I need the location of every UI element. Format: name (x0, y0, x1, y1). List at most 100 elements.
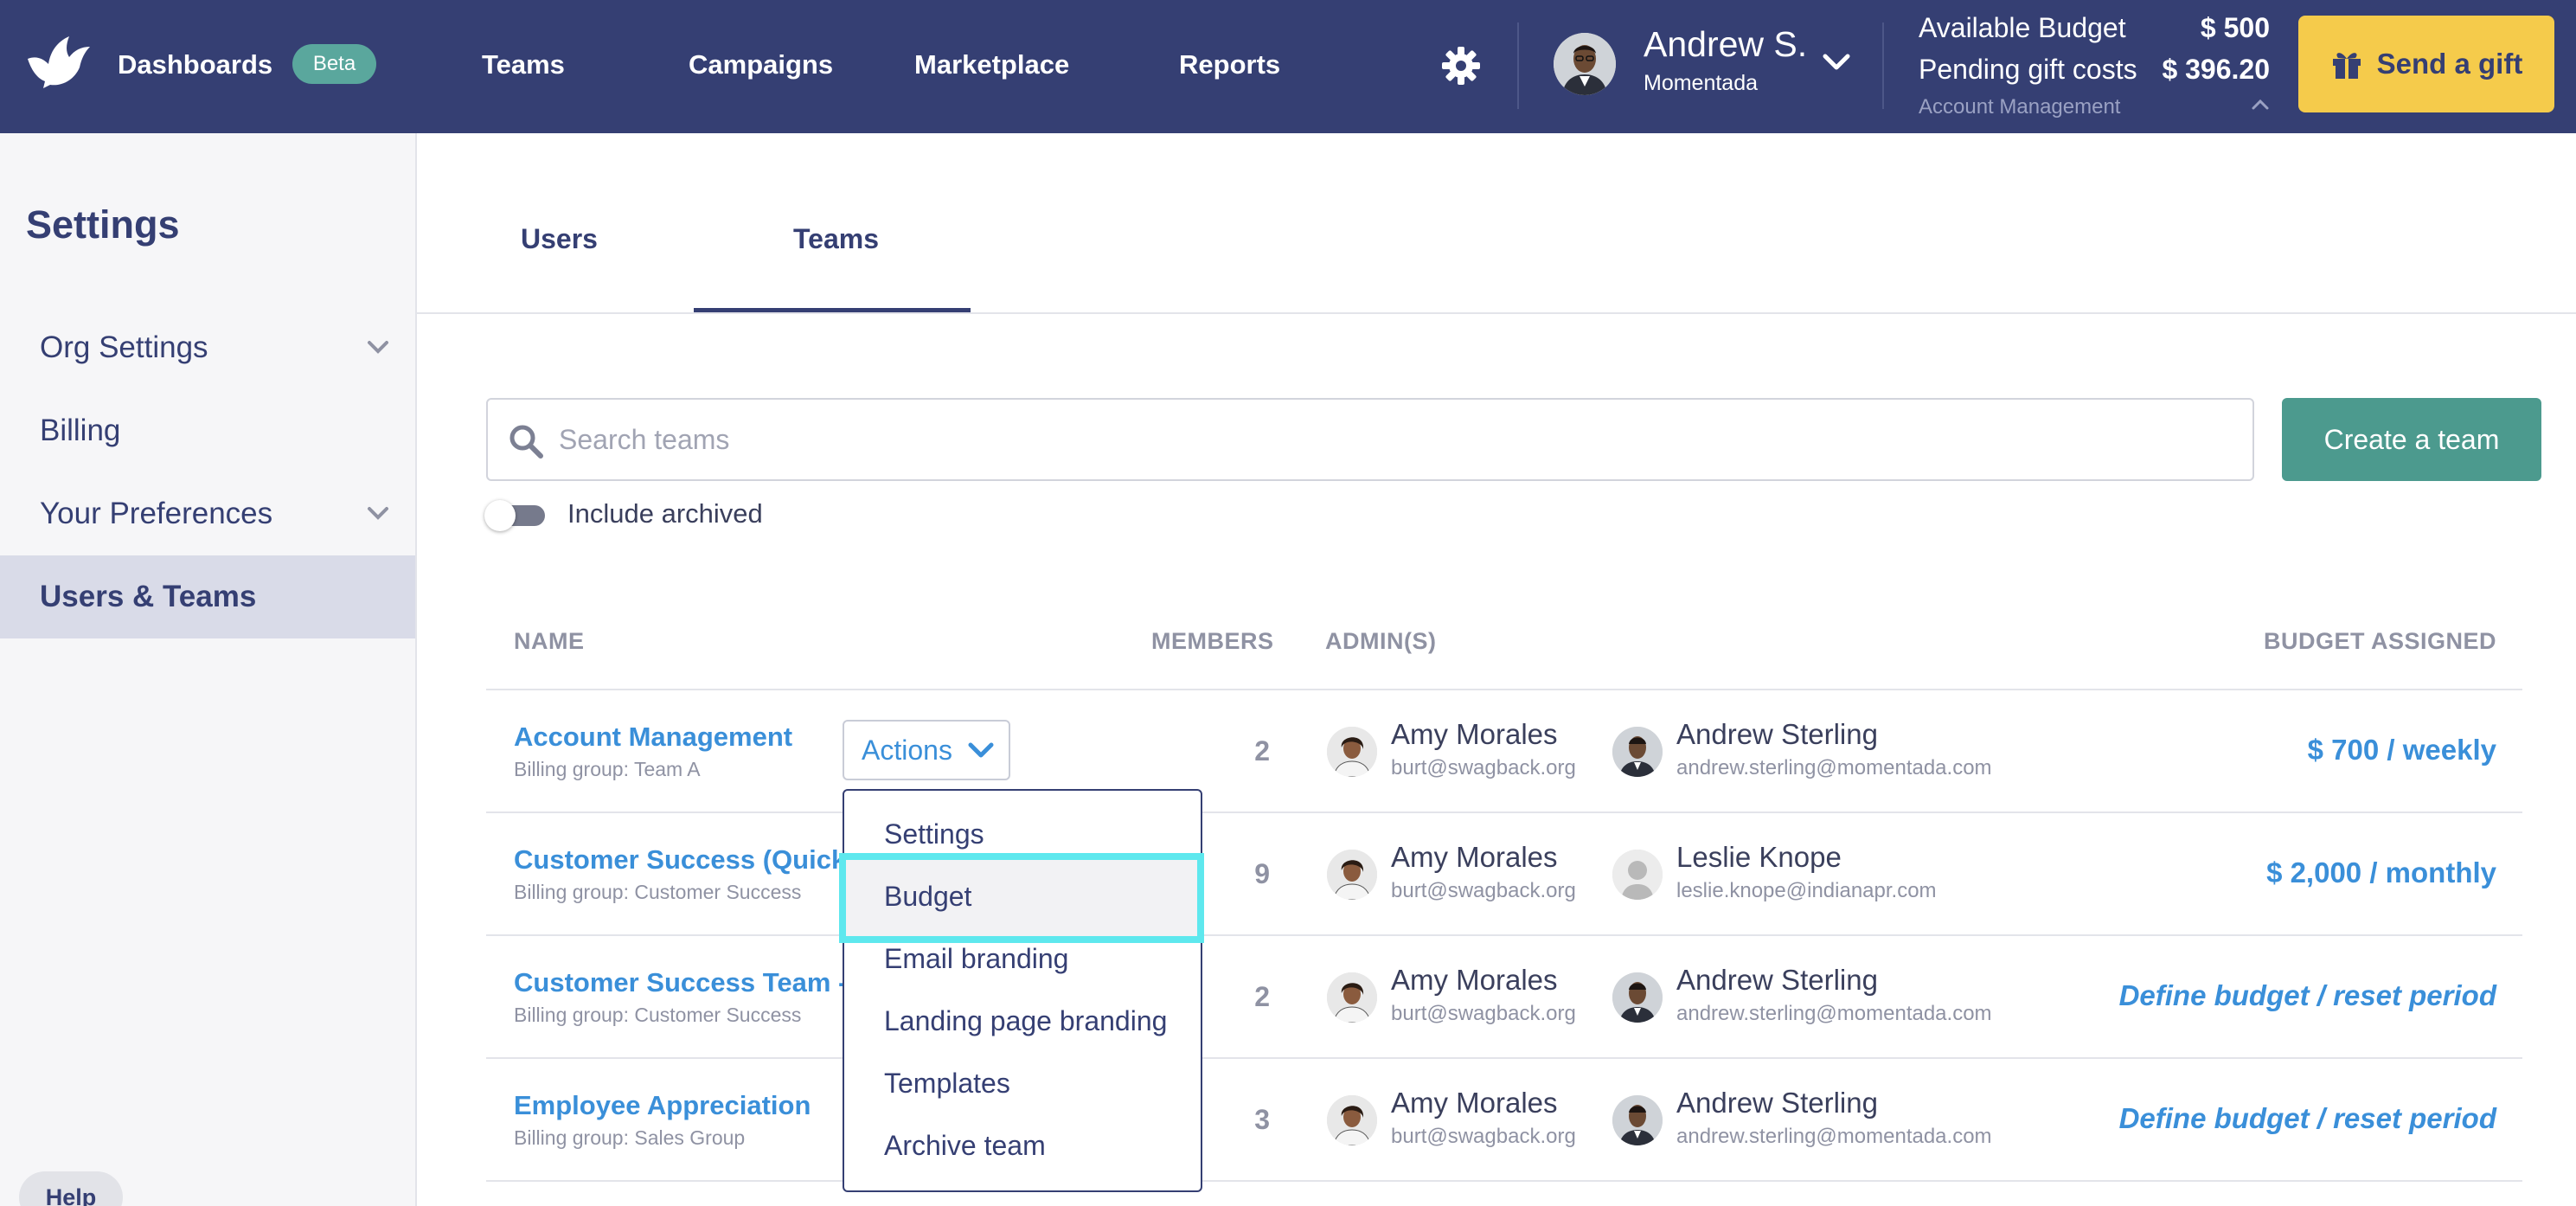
send-gift-button[interactable]: Send a gift (2298, 16, 2554, 112)
billing-group: Billing group: Customer Success (514, 1004, 802, 1026)
define-budget-link[interactable]: Define budget / reset period (2119, 979, 2496, 1012)
sidebar-item-label: Your Preferences (40, 497, 273, 530)
admin-name: Andrew Sterling (1676, 718, 1878, 750)
admin-avatar (1327, 972, 1377, 1023)
toggle-knob (484, 500, 516, 531)
available-budget-value: $ 500 (2200, 12, 2270, 43)
sidebar-item-label: Users & Teams (40, 580, 257, 613)
chevron-down-icon (968, 742, 994, 758)
admin-name: Amy Morales (1391, 841, 1558, 873)
admin-avatar (1612, 850, 1663, 900)
admin-avatar (1612, 727, 1663, 777)
admin-name: Andrew Sterling (1676, 1087, 1878, 1119)
column-header-budget-assigned[interactable]: BUDGET ASSIGNED (2264, 628, 2496, 655)
chevron-down-icon (368, 507, 388, 520)
nav-teams[interactable]: Teams (482, 48, 565, 81)
search-box[interactable] (486, 398, 2254, 481)
admin-name: Leslie Knope (1676, 841, 1842, 873)
admin-name: Andrew Sterling (1676, 964, 1878, 996)
nav-campaigns[interactable]: Campaigns (689, 48, 833, 81)
actions-dropdown-button[interactable]: Actions (843, 720, 1010, 780)
account-selector-label[interactable]: Account Management (1919, 95, 2120, 119)
settings-sidebar: Settings Org Settings Billing Your Prefe… (0, 133, 417, 1206)
budget-assigned-link[interactable]: $ 2,000 / monthly (2266, 856, 2496, 889)
row-divider (486, 934, 2522, 936)
nav-marketplace[interactable]: Marketplace (914, 48, 1069, 81)
admin-email: andrew.sterling@momentada.com (1676, 1125, 1992, 1148)
menu-item-email-branding[interactable]: Email branding (884, 943, 1068, 975)
gift-icon (2332, 53, 2361, 79)
row-divider (486, 1057, 2522, 1059)
sidebar-item-label: Billing (40, 414, 121, 447)
column-header-name[interactable]: NAME (514, 628, 585, 655)
admin-email: leslie.knope@indianapr.com (1676, 879, 1937, 902)
sidebar-item-org-settings[interactable]: Org Settings (0, 306, 415, 389)
top-navigation-bar: Dashboards Beta Teams Campaigns Marketpl… (0, 0, 2576, 133)
nav-divider (1882, 22, 1884, 109)
beta-badge: Beta (292, 44, 376, 84)
admin-name: Amy Morales (1391, 718, 1558, 750)
column-header-admins[interactable]: ADMIN(S) (1325, 628, 1436, 655)
send-gift-label: Send a gift (2376, 48, 2523, 80)
user-name[interactable]: Andrew S. (1644, 24, 1807, 65)
actions-label: Actions (862, 734, 952, 766)
nav-dashboards[interactable]: Dashboards (118, 48, 272, 81)
menu-item-landing-page-branding[interactable]: Landing page branding (884, 1005, 1167, 1037)
menu-item-settings[interactable]: Settings (884, 818, 984, 850)
admin-avatar (1612, 1095, 1663, 1145)
help-button[interactable]: Help (19, 1171, 123, 1206)
admin-avatar (1327, 850, 1377, 900)
nav-reports[interactable]: Reports (1179, 48, 1280, 81)
admin-email: burt@swagback.org (1391, 879, 1576, 902)
create-team-button[interactable]: Create a team (2282, 398, 2541, 481)
billing-group: Billing group: Sales Group (514, 1126, 746, 1149)
sidebar-title: Settings (26, 202, 180, 247)
members-count: 9 (1254, 858, 1270, 889)
sidebar-item-billing[interactable]: Billing (0, 389, 415, 472)
define-budget-link[interactable]: Define budget / reset period (2119, 1102, 2496, 1135)
include-archived-label: Include archived (567, 498, 763, 529)
team-name-link[interactable]: Customer Success Team - E (514, 967, 873, 998)
row-divider (486, 1180, 2522, 1182)
sidebar-item-your-preferences[interactable]: Your Preferences (0, 472, 415, 555)
admin-email: burt@swagback.org (1391, 1125, 1576, 1148)
admin-avatar (1327, 727, 1377, 777)
admin-email: andrew.sterling@momentada.com (1676, 1002, 1992, 1025)
admin-name: Amy Morales (1391, 1087, 1558, 1119)
user-avatar[interactable] (1554, 33, 1616, 95)
team-name-link[interactable]: Account Management (514, 722, 792, 753)
available-budget-label: Available Budget (1919, 12, 2126, 43)
include-archived-toggle[interactable] (484, 500, 547, 531)
gear-icon[interactable] (1440, 45, 1482, 87)
nav-divider (1517, 22, 1519, 109)
team-name-link[interactable]: Employee Appreciation (514, 1090, 811, 1121)
user-org: Momentada (1644, 71, 1759, 95)
chevron-down-icon (368, 341, 388, 354)
sidebar-item-label: Org Settings (40, 330, 208, 364)
chevron-down-icon[interactable] (1822, 52, 1851, 73)
admin-email: andrew.sterling@momentada.com (1676, 756, 1992, 779)
tab-users[interactable]: Users (521, 223, 598, 255)
search-icon (509, 425, 543, 459)
menu-item-archive-team[interactable]: Archive team (884, 1130, 1046, 1162)
pending-gift-costs-label: Pending gift costs (1919, 54, 2137, 85)
members-count: 2 (1254, 981, 1270, 1012)
column-header-members[interactable]: MEMBERS (1151, 628, 1274, 655)
tab-teams[interactable]: Teams (793, 223, 879, 255)
admin-name: Amy Morales (1391, 964, 1558, 996)
members-count: 2 (1254, 735, 1270, 767)
admin-email: burt@swagback.org (1391, 1002, 1576, 1025)
budget-assigned-link[interactable]: $ 700 / weekly (2308, 734, 2496, 767)
row-divider (486, 811, 2522, 813)
menu-item-budget[interactable]: Budget (884, 881, 971, 913)
search-input[interactable] (559, 400, 2237, 479)
tabs-divider (417, 312, 2576, 314)
menu-item-templates[interactable]: Templates (884, 1068, 1010, 1100)
bird-logo-icon[interactable] (24, 33, 92, 88)
admin-email: burt@swagback.org (1391, 756, 1576, 779)
sidebar-item-users-teams[interactable]: Users & Teams (0, 555, 415, 638)
pending-gift-costs-value: $ 396.20 (2162, 54, 2270, 85)
chevron-up-icon[interactable] (2251, 97, 2270, 111)
billing-group: Billing group: Customer Success (514, 881, 802, 903)
team-name-link[interactable]: Customer Success (QuickS (514, 844, 864, 876)
